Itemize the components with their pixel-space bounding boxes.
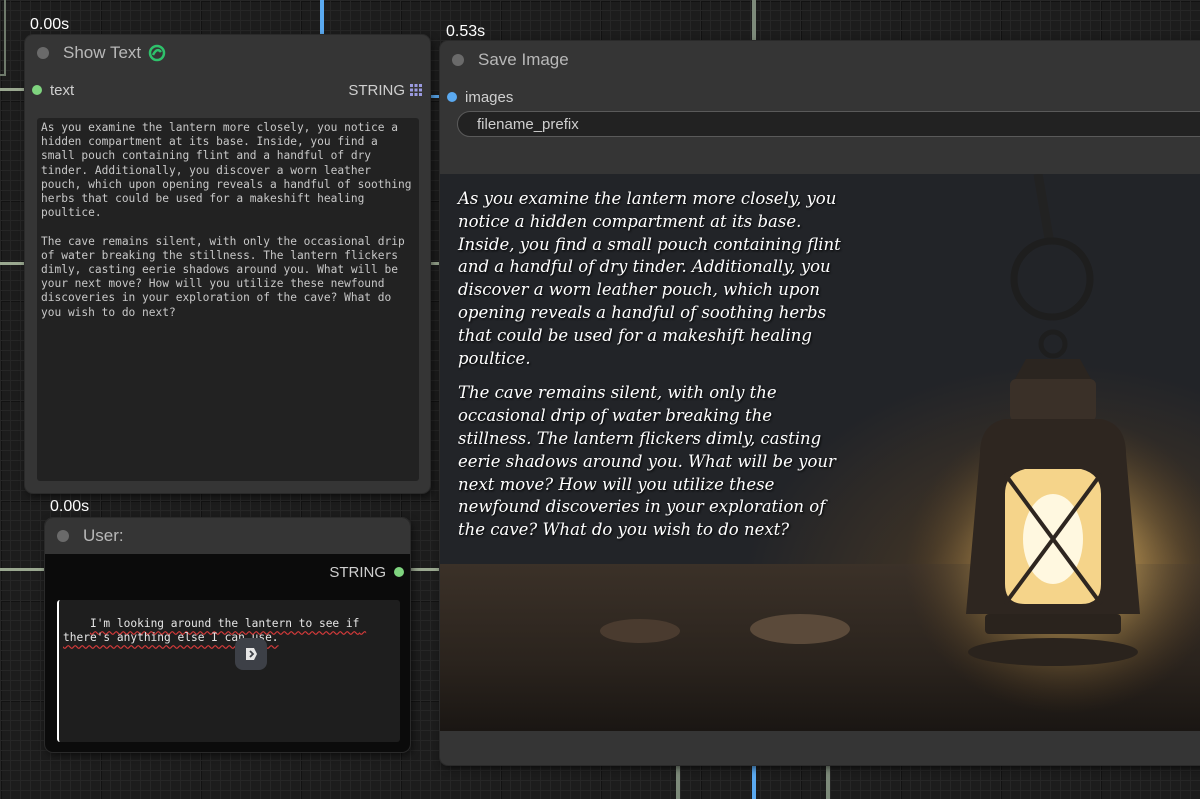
user-node[interactable]: User: STRING I'm looking around the lant…	[45, 518, 410, 752]
wire-green-left-1	[0, 88, 26, 91]
output-dot[interactable]	[394, 567, 404, 577]
collapse-dot[interactable]	[57, 530, 69, 542]
wire-green-mid-2	[410, 568, 440, 571]
slot-label: text	[50, 81, 75, 99]
output-image: As you examine the lantern more closely,…	[440, 174, 1200, 731]
wire-gray-top	[752, 0, 756, 40]
node-title: User:	[83, 526, 124, 545]
collapse-dot[interactable]	[452, 54, 464, 66]
wire-green-left-2	[0, 262, 26, 265]
wire-blue-bottom	[752, 766, 756, 799]
wire-left-edge	[0, 0, 6, 76]
string-output-slot[interactable]: STRING	[45, 562, 410, 582]
caption-paragraph-1: As you examine the lantern more closely,…	[458, 189, 841, 368]
node-title-bar[interactable]: Show Text	[25, 35, 430, 71]
user-input-text: I'm looking around the lantern to see if…	[63, 617, 367, 645]
node-title-bar[interactable]: User:	[45, 518, 410, 554]
show-text-timing: 0.00s	[30, 16, 70, 33]
wire-green-mid-1	[430, 262, 440, 265]
output-type-label: STRING	[348, 81, 405, 99]
show-text-node[interactable]: Show Text text STRING As you examine the…	[25, 35, 430, 493]
text-input-slot[interactable]: text STRING	[25, 80, 430, 100]
wire-green-left-3	[0, 568, 46, 571]
save-image-timing: 0.53s	[446, 23, 486, 40]
collapse-dot[interactable]	[37, 47, 49, 59]
caption-paragraph-2: The cave remains silent, with only the o…	[458, 383, 836, 540]
node-title: Save Image	[478, 50, 569, 69]
image-caption: As you examine the lantern more closely,…	[458, 188, 848, 542]
text-display[interactable]: As you examine the lantern more closely,…	[37, 118, 419, 481]
images-input-slot[interactable]: images	[440, 87, 1200, 107]
extension-icon[interactable]	[235, 638, 267, 670]
wire-blue-top-left	[320, 0, 324, 34]
user-input-field[interactable]: I'm looking around the lantern to see if…	[57, 600, 400, 742]
node-title-bar[interactable]: Save Image	[440, 42, 1200, 78]
swirl-icon	[147, 43, 167, 63]
grid-icon[interactable]	[410, 84, 422, 96]
wire-gray-bottom-1	[676, 766, 680, 799]
input-dot[interactable]	[32, 85, 42, 95]
save-image-node[interactable]: Save Image images filename_prefix As you…	[440, 41, 1200, 765]
slot-label: images	[465, 88, 514, 106]
input-dot[interactable]	[447, 92, 457, 102]
output-type-label: STRING	[329, 563, 386, 581]
user-timing: 0.00s	[50, 498, 90, 515]
wire-gray-bottom-2	[826, 766, 830, 799]
widget-label: filename_prefix	[477, 115, 579, 133]
node-title: Show Text	[63, 43, 142, 62]
filename-prefix-widget[interactable]: filename_prefix	[457, 111, 1200, 137]
